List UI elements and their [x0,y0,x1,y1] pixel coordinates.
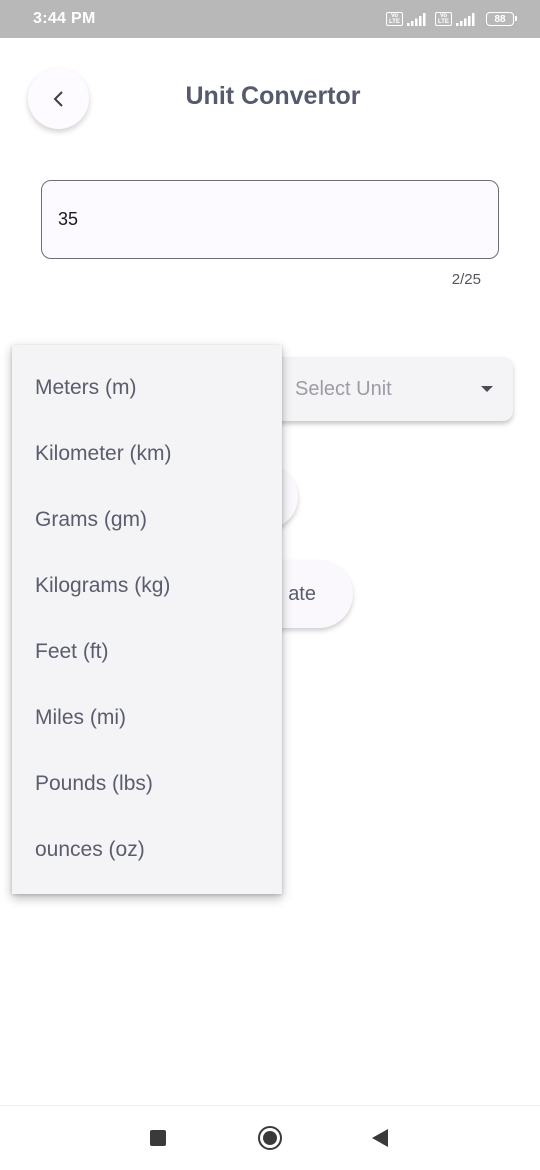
unit-menu: Meters (m) Kilometer (km) Grams (gm) Kil… [12,345,282,894]
unit-menu-item-pounds[interactable]: Pounds (lbs) [12,751,282,817]
status-icons: Vo LTE Vo LTE 88 [386,12,517,26]
volte-badge-2: Vo LTE [435,12,452,26]
signal-icon [407,12,426,26]
circle-icon[interactable] [258,1126,282,1150]
caret-down-icon [481,386,493,392]
volte-badge-bottom: LTE [389,19,400,25]
unit-menu-item-miles[interactable]: Miles (mi) [12,685,282,751]
unit-menu-item-ounces[interactable]: ounces (oz) [12,817,282,883]
unit-menu-item-meters[interactable]: Meters (m) [12,355,282,421]
unit-menu-item-kilometer[interactable]: Kilometer (km) [12,421,282,487]
volte-badge-bottom: LTE [438,19,449,25]
unit-menu-item-kilograms[interactable]: Kilograms (kg) [12,553,282,619]
status-time: 3:44 PM [33,10,96,27]
to-unit-placeholder: Select Unit [295,377,392,400]
value-input[interactable] [58,209,498,230]
value-input-container[interactable] [41,180,499,259]
unit-menu-item-grams[interactable]: Grams (gm) [12,487,282,553]
signal-icon [456,12,475,26]
square-icon[interactable] [150,1130,166,1146]
to-unit-dropdown[interactable]: Select Unit [262,357,513,421]
page-title: Unit Convertor [185,82,361,110]
volte-badge-1: Vo LTE [386,12,403,26]
character-counter: 2/25 [451,271,481,288]
navigation-bar [0,1105,540,1170]
status-bar: 3:44 PM Vo LTE Vo LTE 88 [0,0,540,38]
triangle-back-icon[interactable] [372,1129,388,1147]
battery-icon: 88 [486,12,517,26]
unit-menu-item-feet[interactable]: Feet (ft) [12,619,282,685]
